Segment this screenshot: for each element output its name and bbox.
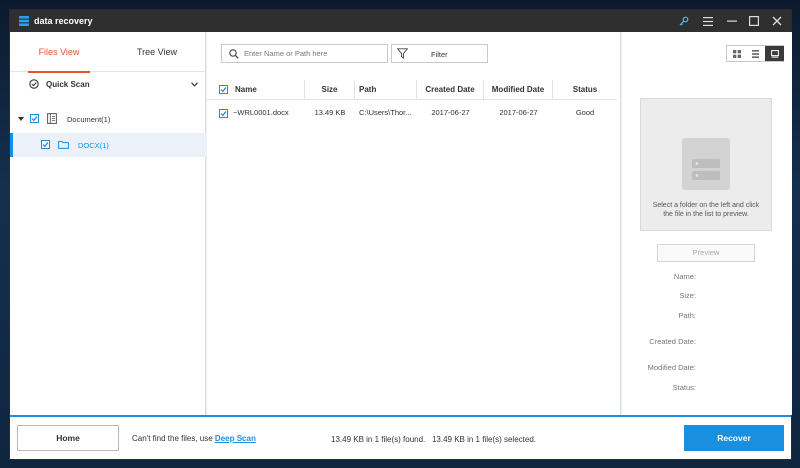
tree-label-document: Document(1) bbox=[67, 115, 111, 124]
tree-label-docx: DOCX(1) bbox=[78, 141, 109, 150]
app-title: data recovery bbox=[34, 16, 93, 26]
document-icon bbox=[47, 113, 57, 124]
title-bar: data recovery bbox=[10, 10, 791, 32]
column-header-status[interactable]: Status bbox=[553, 80, 617, 100]
file-placeholder-icon bbox=[682, 138, 730, 190]
select-all-checkbox[interactable] bbox=[219, 85, 228, 94]
grid-view-icon[interactable] bbox=[727, 46, 746, 61]
quick-scan-label: Quick Scan bbox=[46, 80, 90, 89]
chevron-down-icon[interactable] bbox=[191, 82, 198, 87]
recover-button[interactable]: Recover bbox=[684, 425, 784, 451]
key-icon[interactable] bbox=[676, 13, 692, 29]
view-mode-switcher bbox=[726, 45, 784, 62]
preview-panel: Select a folder on the left and click th… bbox=[622, 32, 792, 415]
column-header-name[interactable]: Name bbox=[231, 80, 305, 100]
cell-size: 13.49 KB bbox=[314, 108, 346, 117]
file-list-panel: Filter Name Size Path Created Date Modif… bbox=[207, 32, 621, 415]
column-header-modified-date[interactable]: Modified Date bbox=[484, 80, 553, 100]
selection-status: 13.49 KB in 1 file(s) found. 13.49 KB in… bbox=[331, 435, 536, 444]
tab-files-view[interactable]: Files View bbox=[10, 32, 108, 73]
deep-scan-hint: Can't find the files, use Deep Scan bbox=[132, 434, 256, 443]
column-header-created-date[interactable]: Created Date bbox=[417, 80, 484, 100]
prop-modified-date-label: Modified Date: bbox=[647, 363, 696, 372]
deep-scan-link[interactable]: Deep Scan bbox=[215, 434, 256, 443]
tree-item-document[interactable]: Document(1) bbox=[10, 107, 206, 131]
app-logo-icon bbox=[19, 16, 29, 26]
menu-icon[interactable] bbox=[700, 13, 716, 29]
tree-checkbox-docx[interactable] bbox=[41, 140, 50, 149]
column-header-path[interactable]: Path bbox=[355, 80, 417, 100]
quick-scan-row[interactable]: Quick Scan bbox=[10, 72, 206, 96]
preview-message: Select a folder on the left and click th… bbox=[652, 202, 760, 218]
column-header-size[interactable]: Size bbox=[305, 80, 355, 100]
preview-button[interactable]: Preview bbox=[657, 244, 755, 262]
filter-label: Filter bbox=[431, 50, 448, 59]
search-icon bbox=[229, 49, 239, 59]
maximize-icon[interactable] bbox=[746, 13, 762, 29]
prop-size-label: Size: bbox=[679, 291, 696, 300]
tree-checkbox-document[interactable] bbox=[30, 114, 39, 123]
row-checkbox[interactable] bbox=[219, 109, 228, 118]
hint-text: Can't find the files, use bbox=[132, 434, 213, 443]
filter-icon bbox=[397, 48, 408, 59]
table-row[interactable]: ~WRL0001.docx 13.49 KB C:\Users\Thor... … bbox=[207, 101, 617, 125]
folder-icon bbox=[58, 141, 69, 149]
list-toolbar: Filter bbox=[207, 32, 620, 72]
tab-tree-view[interactable]: Tree View bbox=[108, 32, 206, 72]
preview-area: Select a folder on the left and click th… bbox=[640, 98, 772, 231]
cell-path: C:\Users\Thor... bbox=[359, 108, 412, 117]
view-tabs: Files View Tree View bbox=[10, 32, 206, 73]
table-header: Name Size Path Created Date Modified Dat… bbox=[207, 80, 617, 100]
minimize-icon[interactable] bbox=[724, 13, 740, 29]
bottom-bar: Home Can't find the files, use Deep Scan… bbox=[10, 415, 791, 459]
cell-status: Good bbox=[575, 108, 595, 117]
prop-name-label: Name: bbox=[673, 272, 696, 281]
home-button[interactable]: Home bbox=[17, 425, 119, 451]
list-view-icon[interactable] bbox=[746, 46, 765, 61]
prop-status-label: Status: bbox=[672, 383, 696, 392]
cell-modified-date: 2017-06-27 bbox=[499, 108, 538, 117]
left-panel: Files View Tree View Quick Scan Document… bbox=[10, 32, 206, 415]
app-window: data recovery Files View Tree View Quick… bbox=[9, 9, 792, 460]
cell-created-date: 2017-06-27 bbox=[431, 108, 470, 117]
cell-name: ~WRL0001.docx bbox=[233, 108, 289, 117]
expand-arrow-icon[interactable] bbox=[18, 117, 24, 121]
search-input[interactable] bbox=[244, 47, 384, 60]
check-circle-icon bbox=[29, 79, 39, 89]
tree-item-docx[interactable]: DOCX(1) bbox=[10, 133, 206, 157]
preview-view-icon[interactable] bbox=[765, 46, 784, 61]
prop-created-date-label: Created Date: bbox=[649, 337, 696, 346]
search-box[interactable] bbox=[221, 44, 388, 63]
prop-path-label: Path: bbox=[678, 311, 696, 320]
close-icon[interactable] bbox=[769, 13, 785, 29]
filter-button[interactable]: Filter bbox=[391, 44, 488, 63]
